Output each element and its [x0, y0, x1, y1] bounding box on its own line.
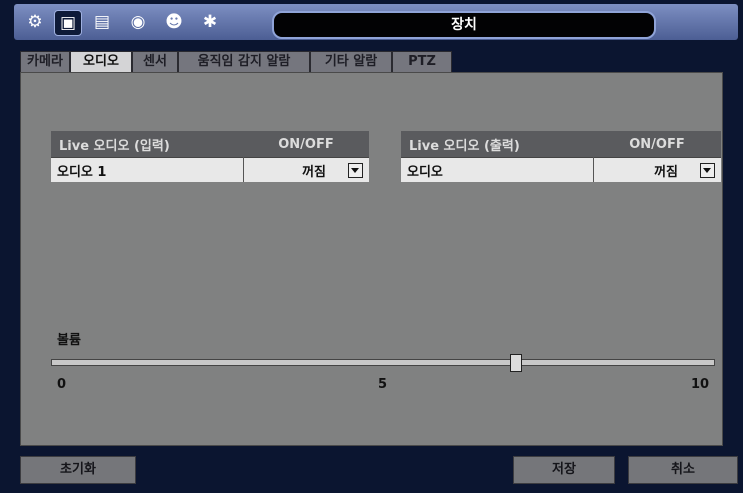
- tab-ptz[interactable]: PTZ: [392, 51, 452, 73]
- output-onoff-value: 꺼짐: [654, 164, 678, 180]
- chevron-down-icon[interactable]: [700, 162, 715, 178]
- input-header-name: Live 오디오 (입력): [51, 131, 243, 158]
- output-row-name: 오디오: [401, 157, 594, 182]
- table-row: 오디오 1 꺼짐: [51, 157, 369, 182]
- volume-slider[interactable]: [51, 354, 715, 372]
- monitor-icon[interactable]: ▤: [89, 10, 115, 34]
- live-audio-input-table: Live 오디오 (입력) ON/OFF 오디오 1 꺼짐: [51, 131, 369, 182]
- input-row-name: 오디오 1: [51, 157, 244, 182]
- volume-max-label: 10: [691, 377, 710, 392]
- volume-slider-thumb[interactable]: [510, 354, 523, 372]
- title-bar: ⚙ ▣ ▤ ◉ ☻ ✱ 장치: [14, 4, 738, 40]
- gear-icon[interactable]: ⚙: [22, 10, 48, 34]
- cancel-button[interactable]: 취소: [628, 456, 738, 484]
- input-onoff-value: 꺼짐: [302, 164, 326, 180]
- volume-label: 볼륨: [57, 333, 81, 348]
- system-settings-icon[interactable]: ✱: [197, 10, 223, 34]
- input-onoff-select[interactable]: 꺼짐: [243, 157, 369, 182]
- output-onoff-select[interactable]: 꺼짐: [593, 157, 721, 182]
- camera-dome-icon[interactable]: ▣: [54, 10, 82, 36]
- network-icon[interactable]: ◉: [125, 10, 151, 34]
- window-title: 장치: [272, 11, 656, 39]
- reset-button[interactable]: 초기화: [20, 456, 136, 484]
- tab-camera[interactable]: 카메라: [20, 51, 70, 73]
- volume-mid-label: 5: [378, 377, 388, 392]
- output-header-name: Live 오디오 (출력): [401, 131, 593, 158]
- chevron-down-icon[interactable]: [348, 162, 363, 178]
- table-row: 오디오 꺼짐: [401, 157, 721, 182]
- tab-other-alarm[interactable]: 기타 알람: [310, 51, 392, 73]
- volume-min-label: 0: [57, 377, 67, 392]
- device-settings-window: ⚙ ▣ ▤ ◉ ☻ ✱ 장치 카메라 오디오 센서 움직임 감지 알람 기타 알…: [0, 0, 743, 493]
- tab-sensor[interactable]: 센서: [132, 51, 178, 73]
- save-button[interactable]: 저장: [513, 456, 615, 484]
- users-icon[interactable]: ☻: [161, 10, 187, 34]
- output-header-onoff: ON/OFF: [593, 131, 721, 158]
- tab-motion-alarm[interactable]: 움직임 감지 알람: [178, 51, 310, 73]
- live-audio-output-table: Live 오디오 (출력) ON/OFF 오디오 꺼짐: [401, 131, 721, 182]
- audio-panel: Live 오디오 (입력) ON/OFF 오디오 1 꺼짐 Live 오디오 (…: [20, 72, 723, 446]
- input-header-onoff: ON/OFF: [243, 131, 369, 158]
- tab-audio[interactable]: 오디오: [70, 51, 132, 74]
